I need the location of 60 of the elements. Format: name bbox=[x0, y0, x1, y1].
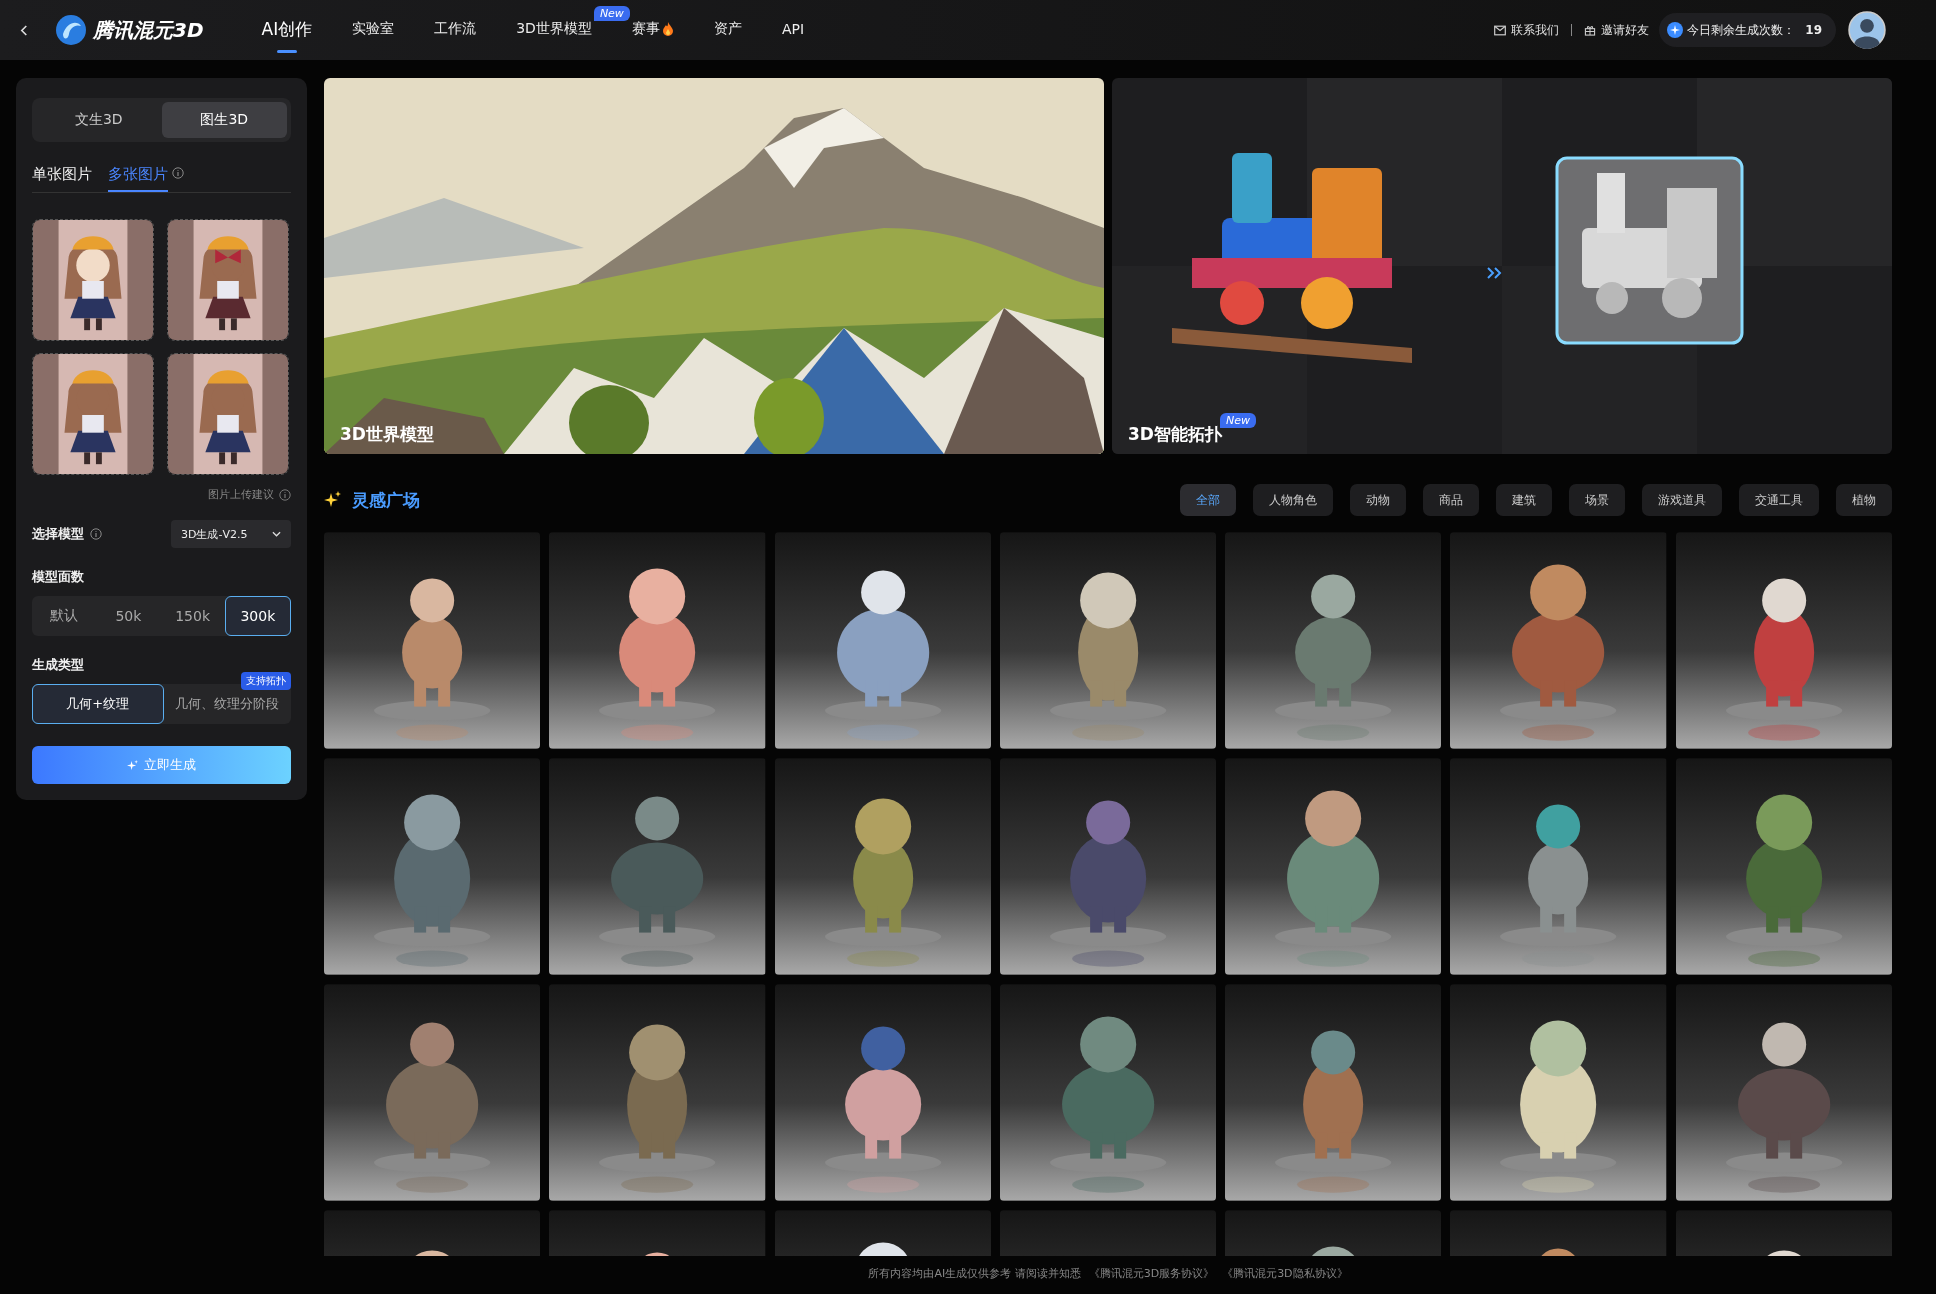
faces-option[interactable]: 50k bbox=[96, 596, 161, 636]
new-badge: New bbox=[593, 6, 630, 21]
agreement-link[interactable]: 《腾讯混元3D隐私协议》 bbox=[1222, 1265, 1348, 1281]
contact-link[interactable]: 联系我们 bbox=[1494, 21, 1560, 39]
category-tab[interactable]: 人物角色 bbox=[1253, 484, 1333, 516]
category-tab[interactable]: 商品 bbox=[1423, 484, 1479, 516]
category-tab[interactable]: 建筑 bbox=[1496, 484, 1552, 516]
faces-label: 模型面数 bbox=[32, 568, 85, 586]
mode-tab[interactable]: 图生3D bbox=[161, 102, 287, 138]
feature-banner[interactable]: 3D世界模型 bbox=[324, 78, 1104, 454]
mode-tab[interactable]: 文生3D bbox=[36, 102, 162, 138]
banner-title: 3D智能拓扑 bbox=[1128, 423, 1222, 446]
type-option[interactable]: 几何+纹理 bbox=[32, 684, 164, 724]
new-badge: New bbox=[1219, 413, 1256, 428]
info-icon[interactable] bbox=[172, 167, 184, 179]
gift-icon bbox=[1584, 24, 1597, 36]
logo-text: 腾讯混元3D bbox=[93, 16, 204, 44]
sparkle-icon bbox=[127, 759, 138, 771]
back-icon[interactable] bbox=[20, 23, 29, 37]
invite-link[interactable]: 邀请好友 bbox=[1584, 21, 1650, 39]
type-label: 生成类型 bbox=[32, 656, 85, 674]
avatar[interactable] bbox=[1848, 11, 1886, 49]
category-tab[interactable]: 交通工具 bbox=[1739, 484, 1819, 516]
info-icon[interactable] bbox=[90, 528, 102, 540]
faces-option[interactable]: 300k bbox=[224, 596, 291, 636]
chevron-down-icon bbox=[272, 531, 281, 537]
sparkle-icon bbox=[1667, 22, 1684, 38]
source-tab[interactable]: 多张图片 bbox=[108, 158, 168, 192]
logo-icon bbox=[55, 14, 87, 46]
nav-tab[interactable]: 实验室 bbox=[352, 10, 395, 50]
category-tab[interactable]: 动物 bbox=[1350, 484, 1406, 516]
disclaimer-text: 所有内容均由AI生成仅供参考 请阅读并知悉 bbox=[868, 1265, 1081, 1281]
agreement-link[interactable]: 《腾讯混元3D服务协议》 bbox=[1088, 1265, 1215, 1281]
mail-icon bbox=[1494, 24, 1507, 36]
invite-text: 邀请好友 bbox=[1601, 21, 1650, 39]
nav-tab[interactable]: 赛事 bbox=[631, 10, 674, 50]
category-tab[interactable]: 场景 bbox=[1569, 484, 1625, 516]
category-tab[interactable]: 全部 bbox=[1180, 484, 1236, 516]
faces-option[interactable]: 默认 bbox=[32, 596, 97, 636]
contact-text: 联系我们 bbox=[1511, 21, 1560, 39]
info-icon[interactable] bbox=[279, 488, 291, 501]
topology-badge: 支持拓扑 bbox=[241, 672, 291, 690]
category-tab[interactable]: 游戏道具 bbox=[1642, 484, 1722, 516]
nav-tab[interactable]: 工作流 bbox=[434, 10, 477, 50]
nav-tab[interactable]: API bbox=[781, 11, 805, 49]
upload-hint[interactable]: 图片上传建议 bbox=[208, 487, 274, 502]
source-tab[interactable]: 单张图片 bbox=[32, 158, 92, 192]
model-select[interactable]: 3D生成-V2.5 bbox=[171, 520, 291, 548]
model-label: 选择模型 bbox=[32, 525, 84, 543]
quota-count: 19 bbox=[1805, 23, 1822, 37]
fire-icon bbox=[661, 22, 674, 36]
section-title: 灵感广场 bbox=[352, 488, 420, 512]
banner-title: 3D世界模型 bbox=[340, 423, 434, 446]
double-chevron-icon bbox=[1486, 266, 1502, 280]
category-tab[interactable]: 植物 bbox=[1836, 484, 1892, 516]
faces-option[interactable]: 150k bbox=[160, 596, 225, 636]
quota-label: 今日剩余生成次数： bbox=[1687, 21, 1796, 39]
feature-banner[interactable]: 3D智能拓扑 New bbox=[1112, 78, 1892, 454]
nav-tab[interactable]: 资产 bbox=[713, 10, 742, 50]
nav-tab[interactable]: AI创作 bbox=[261, 7, 313, 53]
